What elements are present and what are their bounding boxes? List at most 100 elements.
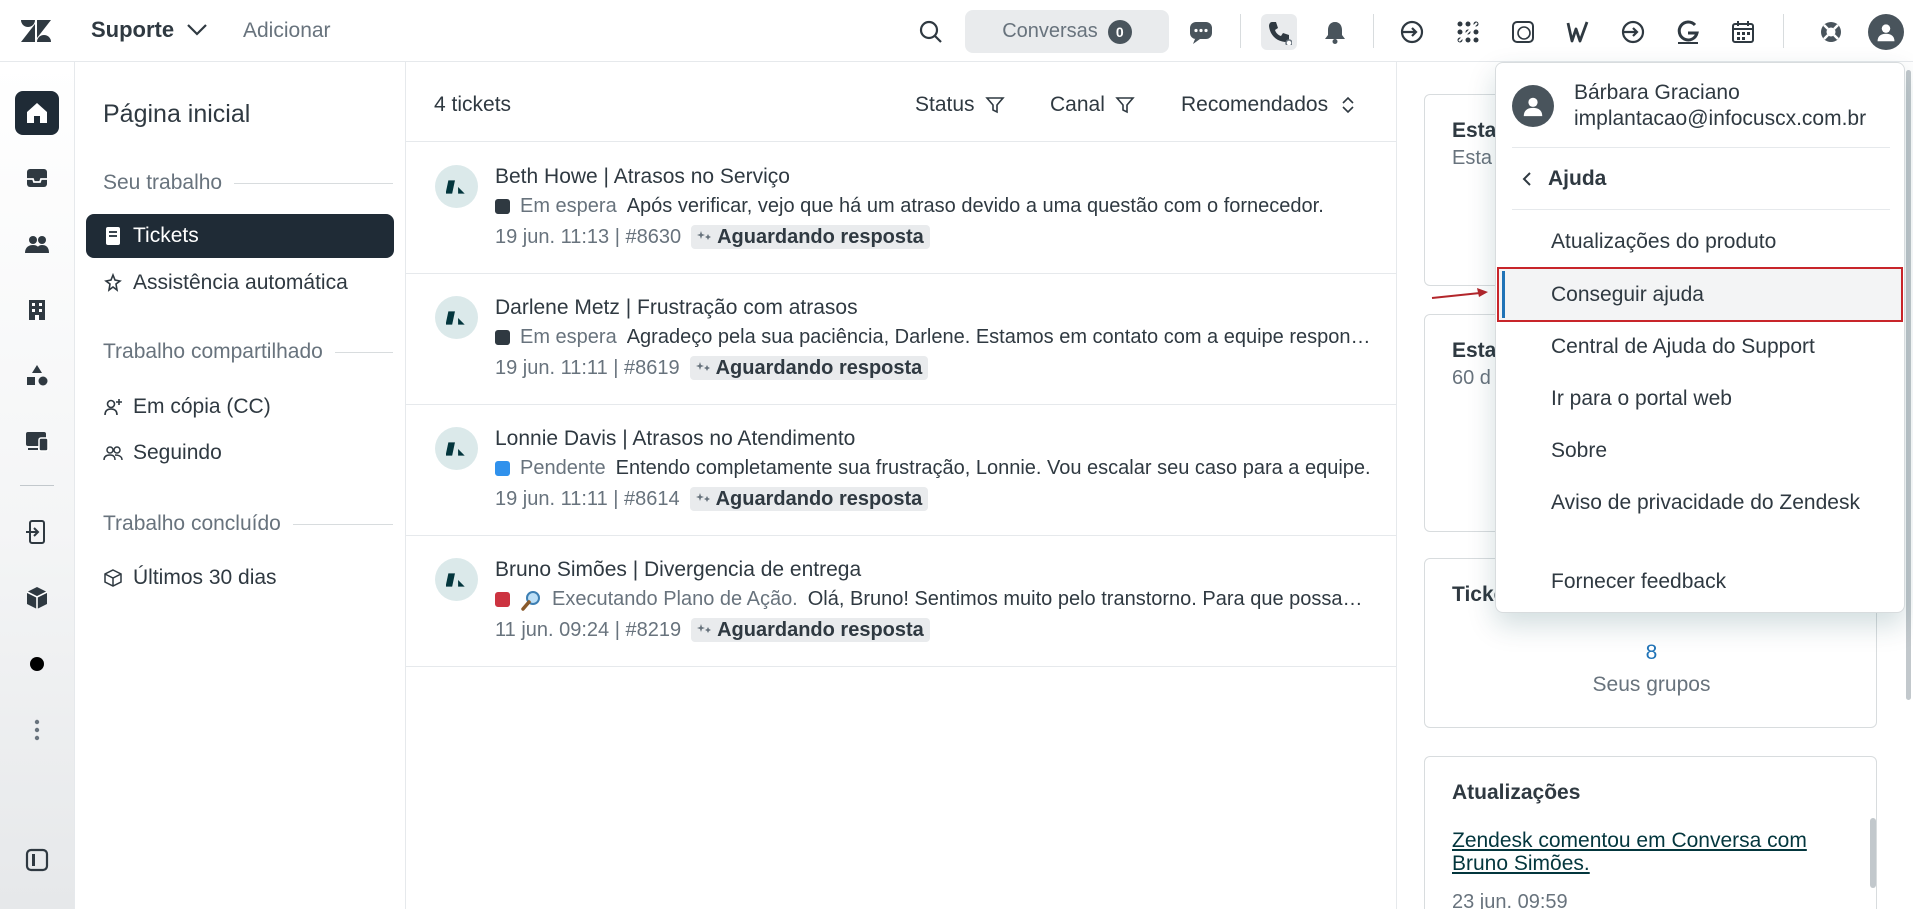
ticket-meta-row: 19 jun. 11:11 | #8619 Aguardando respost… [495,356,929,380]
card-title: Atualizações [1452,781,1581,804]
phone-icon[interactable] [1261,14,1297,50]
rail-app-dot[interactable] [15,642,59,686]
section-shared-work: Trabalho compartilhado [103,340,393,364]
help-menu-dropdown: Bárbara Graciano implantacao@infocuscx.c… [1495,62,1905,613]
ticket-preview: Agradeço pela sua paciência, Darlene. Es… [626,326,1375,348]
updates-scrollbar[interactable] [1870,818,1876,888]
nav-item-label: Em cópia (CC) [133,395,271,418]
ticket-status: Executando Plano de Ação. [552,588,798,610]
nav-item-label: Assistência automática [133,271,348,294]
ticket-tag: Aguardando resposta [689,356,929,380]
rail-app-transfer[interactable] [15,510,59,554]
rail-views[interactable] [15,156,59,200]
ticket-row[interactable]: Darlene Metz | Frustração com atrasos Em… [406,274,1398,405]
toolbar-divider [1783,14,1784,48]
ticket-requester-avatar [435,296,478,339]
product-switcher[interactable]: Suporte [91,17,208,43]
nav-item-last-30-days[interactable]: Últimos 30 dias [86,556,394,600]
magnifier-emoji-icon [521,590,540,611]
ticket-meta-row: 11 jun. 09:24 | #8219 Aguardando respost… [495,618,930,642]
chat-icon[interactable] [1183,14,1219,50]
channel-filter-button[interactable]: Canal [1050,93,1135,117]
add-button[interactable]: Adicionar [243,19,331,43]
section-label: Seu trabalho [103,171,223,194]
ticket-requester-avatar [435,427,478,470]
whatsapp-app-icon[interactable] [1505,14,1541,50]
nav-item-label: Tickets [133,224,199,247]
conversations-label: Conversas [1002,20,1098,42]
ticket-title: Lonnie Davis | Atrasos no Atendimento [495,427,856,450]
product-rail [0,62,75,909]
rail-reporting[interactable] [15,354,59,398]
ticket-meta: 19 jun. 11:11 | #8619 [495,356,680,379]
rail-workspace[interactable] [15,419,59,463]
app-grid-icon[interactable] [1450,14,1486,50]
user-avatar-icon[interactable] [1868,14,1904,50]
ticket-list: 4 tickets Status Canal Recomendados Beth… [405,62,1398,909]
shapes-icon [27,365,48,386]
nav-item-cc[interactable]: Em cópia (CC) [86,385,394,429]
app-transfer-icon[interactable] [1394,14,1430,50]
g-app-icon[interactable] [1670,14,1706,50]
chevron-left-icon [1522,172,1531,186]
menu-item-get-help[interactable]: Conseguir ajuda [1551,281,1871,308]
inbox-icon [27,169,47,187]
search-icon[interactable] [913,14,949,50]
ticket-preview: Entendo completamente sua frustração, Lo… [615,457,1371,479]
menu-item-privacy-notice[interactable]: Aviso de privacidade do Zendesk [1551,489,1871,516]
update-link[interactable]: Zendesk comentou em Conversa com Bruno S… [1452,829,1852,875]
menu-item-feedback[interactable]: Fornecer feedback [1551,568,1871,595]
rail-customers[interactable] [15,222,59,266]
ticket-tag: Aguardando resposta [689,487,929,511]
rail-more[interactable] [15,708,59,752]
annotation-arrow-icon [1431,288,1488,299]
page-scrollbar[interactable] [1906,70,1911,700]
menu-user-avatar-icon [1512,85,1554,127]
ticket-row[interactable]: Bruno Simões | Divergencia de entrega Ex… [406,536,1398,667]
ticket-preview: Olá, Bruno! Sentimos muito pelo transtor… [807,588,1375,610]
calendar-icon[interactable] [1725,14,1761,50]
ticket-summary: Executando Plano de Ação. Olá, Bruno! Se… [495,588,1375,611]
sort-icon [1342,96,1354,114]
filter-label: Canal [1050,93,1105,116]
section-label: Trabalho concluído [103,512,281,535]
rail-home[interactable] [15,91,59,135]
product-label: Suporte [91,17,175,42]
card-title: Esta [1452,339,1497,362]
nav-item-auto-assist[interactable]: Assistência automática [86,261,394,305]
menu-back-label: Ajuda [1548,167,1607,190]
ticket-row[interactable]: Beth Howe | Atrasos no Serviço Em espera… [406,143,1398,274]
status-filter-button[interactable]: Status [915,93,1005,117]
toolbar-divider [1240,14,1241,48]
menu-item-web-portal[interactable]: Ir para o portal web [1551,385,1871,412]
zendesk-logo-icon[interactable] [20,18,52,44]
notifications-bell-icon[interactable] [1317,14,1353,50]
app-forward-icon[interactable] [1615,14,1651,50]
w-app-icon[interactable] [1560,14,1596,50]
tag-label: Aguardando resposta [717,618,924,641]
rail-collapse[interactable] [15,838,59,882]
sort-label: Recomendados [1181,93,1329,116]
menu-item-help-center[interactable]: Central de Ajuda do Support [1551,333,1871,360]
nav-item-following[interactable]: Seguindo [86,431,394,475]
top-bar: Suporte Adicionar Conversas 0 [0,0,1913,62]
ticket-title: Bruno Simões | Divergencia de entrega [495,558,862,581]
nav-item-tickets[interactable]: Tickets [86,214,394,258]
conversations-button[interactable]: Conversas 0 [965,10,1169,53]
rail-organizations[interactable] [15,288,59,332]
tag-label: Aguardando resposta [715,356,923,379]
menu-item-product-updates[interactable]: Atualizações do produto [1551,228,1871,255]
conversations-count-badge: 0 [1107,19,1132,44]
help-lifebuoy-icon[interactable] [1813,14,1849,50]
toolbar-divider [1373,14,1374,48]
device-transfer-icon [26,520,45,544]
ticket-status: Pendente [520,457,606,479]
sort-button[interactable]: Recomendados [1181,93,1358,117]
menu-back-button[interactable]: Ajuda [1522,167,1606,191]
ticket-preview: Após verificar, vejo que há um atraso de… [626,195,1324,217]
nav-item-label: Seguindo [133,441,222,464]
ticket-row[interactable]: Lonnie Davis | Atrasos no Atendimento Pe… [406,405,1398,536]
group-ticket-count[interactable]: 8 [1425,641,1878,665]
menu-item-about[interactable]: Sobre [1551,437,1871,464]
rail-app-box[interactable] [15,576,59,620]
